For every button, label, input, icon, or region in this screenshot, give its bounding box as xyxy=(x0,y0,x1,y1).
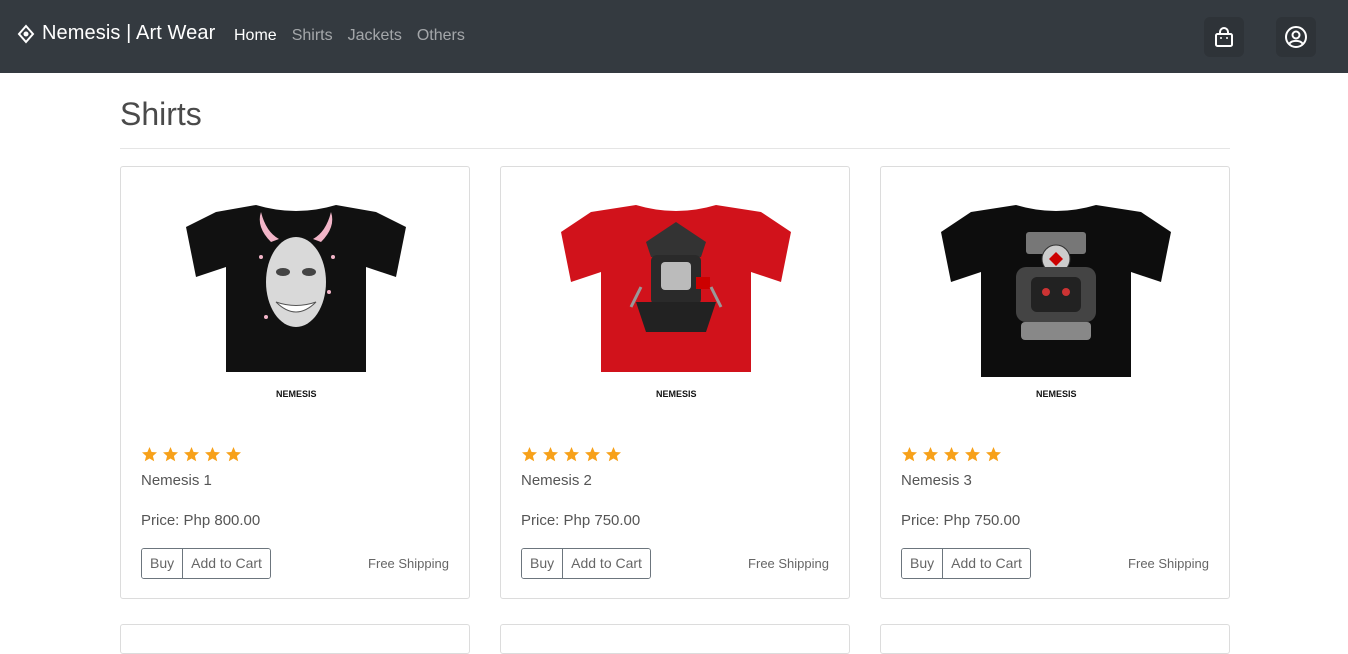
nav-link-shirts[interactable]: Shirts xyxy=(292,27,333,45)
star-icon xyxy=(543,447,558,462)
product-name: Nemesis 1 xyxy=(141,472,212,489)
star-icon xyxy=(226,447,241,462)
product-card xyxy=(880,624,1230,654)
svg-text:NEMESIS: NEMESIS xyxy=(1036,389,1077,399)
brand[interactable]: Nemesis | Art Wear xyxy=(16,22,215,45)
account-button[interactable] xyxy=(1276,17,1316,57)
buy-button[interactable]: Buy xyxy=(902,549,943,578)
svg-text:NEMESIS: NEMESIS xyxy=(656,389,697,399)
star-icon xyxy=(564,447,579,462)
product-card xyxy=(120,624,470,654)
star-icon xyxy=(205,447,220,462)
star-icon xyxy=(923,447,938,462)
shipping-label: Free Shipping xyxy=(1128,556,1209,571)
star-icon xyxy=(163,447,178,462)
add-to-cart-button[interactable]: Add to Cart xyxy=(942,549,1030,578)
product-actions: Buy Add to Cart xyxy=(521,548,651,579)
brand-name: Nemesis | Art Wear xyxy=(42,22,216,44)
star-icon xyxy=(986,447,1001,462)
star-icon xyxy=(965,447,980,462)
buy-button[interactable]: Buy xyxy=(522,549,563,578)
product-card: NEMESIS Nemesis 3 Price: Php 750.00 Buy … xyxy=(880,166,1230,599)
product-price: Price: Php 750.00 xyxy=(521,512,641,529)
rating-stars xyxy=(521,446,622,463)
brand-logo-icon xyxy=(17,23,35,44)
product-price: Price: Php 800.00 xyxy=(141,512,261,529)
product-card: NEMESIS Nemesis 1 Price: Php 800.00 Buy … xyxy=(120,166,470,599)
star-icon xyxy=(522,447,537,462)
nav-link-jackets[interactable]: Jackets xyxy=(348,27,402,45)
product-image[interactable]: NEMESIS xyxy=(541,197,811,412)
product-name: Nemesis 3 xyxy=(901,472,972,489)
product-image[interactable]: NEMESIS xyxy=(161,197,431,412)
product-price: Price: Php 750.00 xyxy=(901,512,1021,529)
rating-stars xyxy=(901,446,1002,463)
nav-link-others[interactable]: Others xyxy=(417,27,465,45)
product-actions: Buy Add to Cart xyxy=(141,548,271,579)
star-icon xyxy=(606,447,621,462)
product-name: Nemesis 2 xyxy=(521,472,592,489)
user-circle-icon xyxy=(1285,26,1307,48)
add-to-cart-button[interactable]: Add to Cart xyxy=(182,549,270,578)
shipping-label: Free Shipping xyxy=(748,556,829,571)
cart-button[interactable] xyxy=(1204,17,1244,57)
product-actions: Buy Add to Cart xyxy=(901,548,1031,579)
divider xyxy=(120,148,1230,149)
star-icon xyxy=(184,447,199,462)
nav-link-home[interactable]: Home xyxy=(234,27,277,45)
star-icon xyxy=(142,447,157,462)
page-title: Shirts xyxy=(120,96,202,132)
nav-links: Home Shirts Jackets Others xyxy=(234,27,465,45)
product-card: NEMESIS Nemesis 2 Price: Php 750.00 Buy … xyxy=(500,166,850,599)
buy-button[interactable]: Buy xyxy=(142,549,183,578)
shipping-label: Free Shipping xyxy=(368,556,449,571)
top-navbar: Nemesis | Art Wear Home Shirts Jackets O… xyxy=(0,0,1348,73)
star-icon xyxy=(902,447,917,462)
star-icon xyxy=(585,447,600,462)
robot-graphic xyxy=(1016,232,1096,340)
add-to-cart-button[interactable]: Add to Cart xyxy=(562,549,650,578)
product-card xyxy=(500,624,850,654)
rating-stars xyxy=(141,446,242,463)
shopping-bag-icon xyxy=(1215,27,1233,47)
svg-text:NEMESIS: NEMESIS xyxy=(276,389,317,399)
star-icon xyxy=(944,447,959,462)
product-image[interactable]: NEMESIS xyxy=(921,197,1191,412)
